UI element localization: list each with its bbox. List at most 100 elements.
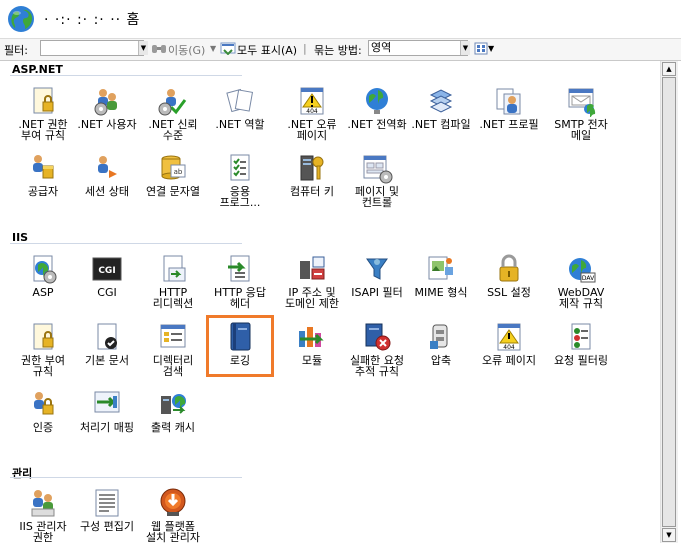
feature-item[interactable]: 압축: [406, 321, 476, 366]
section-header[interactable]: 관리: [12, 465, 32, 481]
feature-label: SSL 설정: [487, 286, 531, 299]
feature-label: 구성 편집기: [79, 520, 135, 533]
feature-item[interactable]: IP 주소 및 도메인 제한: [277, 253, 347, 309]
feature-item[interactable]: 404 오류 페이지: [474, 321, 544, 366]
feature-item[interactable]: 출력 캐시: [138, 388, 208, 433]
feature-item[interactable]: DAV WebDAV 제작 규칙: [546, 253, 616, 309]
feature-label: .NET 역할: [215, 118, 265, 131]
feature-item[interactable]: SMTP 전자 메일: [546, 85, 616, 141]
feature-item[interactable]: 권한 부여 규칙: [8, 321, 78, 377]
web-platform-installer-icon: [160, 488, 186, 516]
modules-icon: [299, 327, 324, 347]
feature-label: 인증: [32, 421, 54, 434]
feature-label: 컴퓨터 키: [290, 185, 334, 198]
feature-item[interactable]: .NET 컴파일: [406, 85, 476, 130]
toolbar-separator: |: [303, 42, 307, 55]
net-trust-icon: [158, 89, 187, 116]
view-dropdown-icon[interactable]: ▼: [488, 44, 494, 53]
feature-item[interactable]: .NET 프로필: [474, 85, 544, 130]
net-compilation-icon: [429, 89, 453, 113]
feature-item[interactable]: .NET 전역화: [342, 85, 412, 130]
feature-item[interactable]: 실패한 요청 추적 규칙: [342, 321, 412, 377]
feature-view: ASP.NET .NET 권한 부여 규칙 .NET 사용자 .NET 신뢰 수준 .N…: [0, 61, 660, 549]
webdav-icon: DAV: [569, 258, 596, 283]
feature-item[interactable]: 인증: [8, 388, 78, 433]
feature-item[interactable]: .NET 역할: [205, 85, 275, 130]
section-divider: [10, 243, 242, 244]
feature-label: SMTP 전자 메일: [554, 118, 608, 142]
feature-item[interactable]: 구성 편집기: [72, 487, 142, 532]
feature-item[interactable]: 처리기 매핑: [72, 388, 142, 433]
feature-label: 실패한 요청 추적 규칙: [349, 354, 405, 378]
view-icon[interactable]: [474, 42, 488, 55]
feature-item[interactable]: 컴퓨터 키: [277, 152, 347, 197]
authentication-icon: [34, 392, 54, 415]
feature-label: ASP: [32, 286, 54, 299]
feature-label: 모듈: [301, 354, 323, 367]
binoculars-icon[interactable]: [151, 42, 167, 55]
feature-item[interactable]: 웹 플랫폼 설치 관리자: [138, 487, 208, 543]
feature-item[interactable]: 404 .NET 오류 페이지: [277, 85, 347, 141]
feature-label: HTTP 응답 헤더: [214, 286, 266, 310]
feature-item[interactable]: 기본 문서: [72, 321, 142, 366]
feature-label: 연결 문자열: [145, 185, 201, 198]
net-roles-icon: [226, 88, 254, 113]
feature-item[interactable]: 세션 상태: [72, 152, 142, 197]
feature-label: 웹 플랫폼 설치 관리자: [145, 520, 201, 544]
feature-item[interactable]: ab 연결 문자열: [138, 152, 208, 197]
feature-item[interactable]: .NET 신뢰 수준: [138, 85, 208, 141]
feature-item[interactable]: SSL 설정: [474, 253, 544, 298]
goto-dropdown-icon[interactable]: ▼: [210, 44, 216, 53]
feature-item[interactable]: ISAPI 필터: [342, 253, 412, 298]
iis-manager-permissions-icon: [31, 490, 55, 517]
feature-label: 세션 상태: [85, 185, 129, 198]
feature-label: 페이지 및 컨트롤: [355, 185, 399, 209]
show-all-icon[interactable]: [220, 42, 236, 55]
default-document-icon: [97, 323, 117, 350]
scroll-down-icon[interactable]: ▼: [662, 528, 676, 542]
feature-item[interactable]: HTTP 응답 헤더: [205, 253, 275, 309]
net-profile-icon: [496, 88, 521, 115]
machine-key-icon: [300, 155, 324, 181]
feature-label: 출력 캐시: [151, 421, 195, 434]
section-divider: [10, 75, 242, 76]
selection-highlight: [206, 315, 274, 377]
group-by-dropdown-icon[interactable]: ▼: [460, 41, 470, 55]
feature-item[interactable]: 응용 프로그...: [205, 152, 275, 208]
feature-item[interactable]: .NET 사용자: [72, 85, 142, 130]
pages-controls-icon: [363, 155, 393, 184]
filter-input[interactable]: [40, 40, 144, 56]
configuration-editor-icon: [95, 489, 119, 517]
feature-label: IIS 관리자 권한: [19, 520, 67, 544]
show-all-button[interactable]: 모두 표시(A): [237, 42, 297, 58]
filter-dropdown-icon[interactable]: ▼: [138, 41, 148, 55]
goto-button[interactable]: 이동(G): [168, 42, 205, 58]
feature-item[interactable]: 모듈: [277, 321, 347, 366]
ssl-settings-icon: [499, 254, 519, 282]
feature-item[interactable]: 요청 필터링: [546, 321, 616, 366]
feature-item[interactable]: ASP: [8, 253, 78, 298]
feature-label: 압축: [430, 354, 452, 367]
feature-label: CGI: [97, 286, 117, 299]
http-redirect-icon: [163, 255, 186, 282]
feature-item[interactable]: 디렉터리 검색: [138, 321, 208, 377]
page-title: · ·:· :· :· ·· 홈: [44, 12, 141, 28]
feature-item[interactable]: CGI CGI: [72, 253, 142, 298]
feature-item[interactable]: IIS 관리자 권한: [8, 487, 78, 543]
vertical-scrollbar[interactable]: ▲ ▼: [660, 61, 678, 543]
scroll-up-icon[interactable]: ▲: [662, 62, 676, 76]
feature-item[interactable]: HTTP 리디렉션: [138, 253, 208, 309]
feature-item[interactable]: MIME 형식: [406, 253, 476, 298]
feature-item[interactable]: .NET 권한 부여 규칙: [8, 85, 78, 141]
feature-label: .NET 오류 페이지: [287, 118, 337, 142]
feature-label: WebDAV 제작 규칙: [557, 286, 605, 310]
feature-item[interactable]: 공급자: [8, 152, 78, 197]
scroll-thumb[interactable]: [662, 77, 676, 527]
group-by-select[interactable]: 영역: [368, 40, 468, 56]
feature-label: .NET 사용자: [77, 118, 137, 131]
ip-domain-restrictions-icon: [300, 256, 325, 280]
net-users-icon: [94, 89, 117, 116]
feature-item[interactable]: 페이지 및 컨트롤: [342, 152, 412, 208]
net-globalization-icon: [366, 88, 388, 114]
feature-label: MIME 형식: [414, 286, 468, 299]
